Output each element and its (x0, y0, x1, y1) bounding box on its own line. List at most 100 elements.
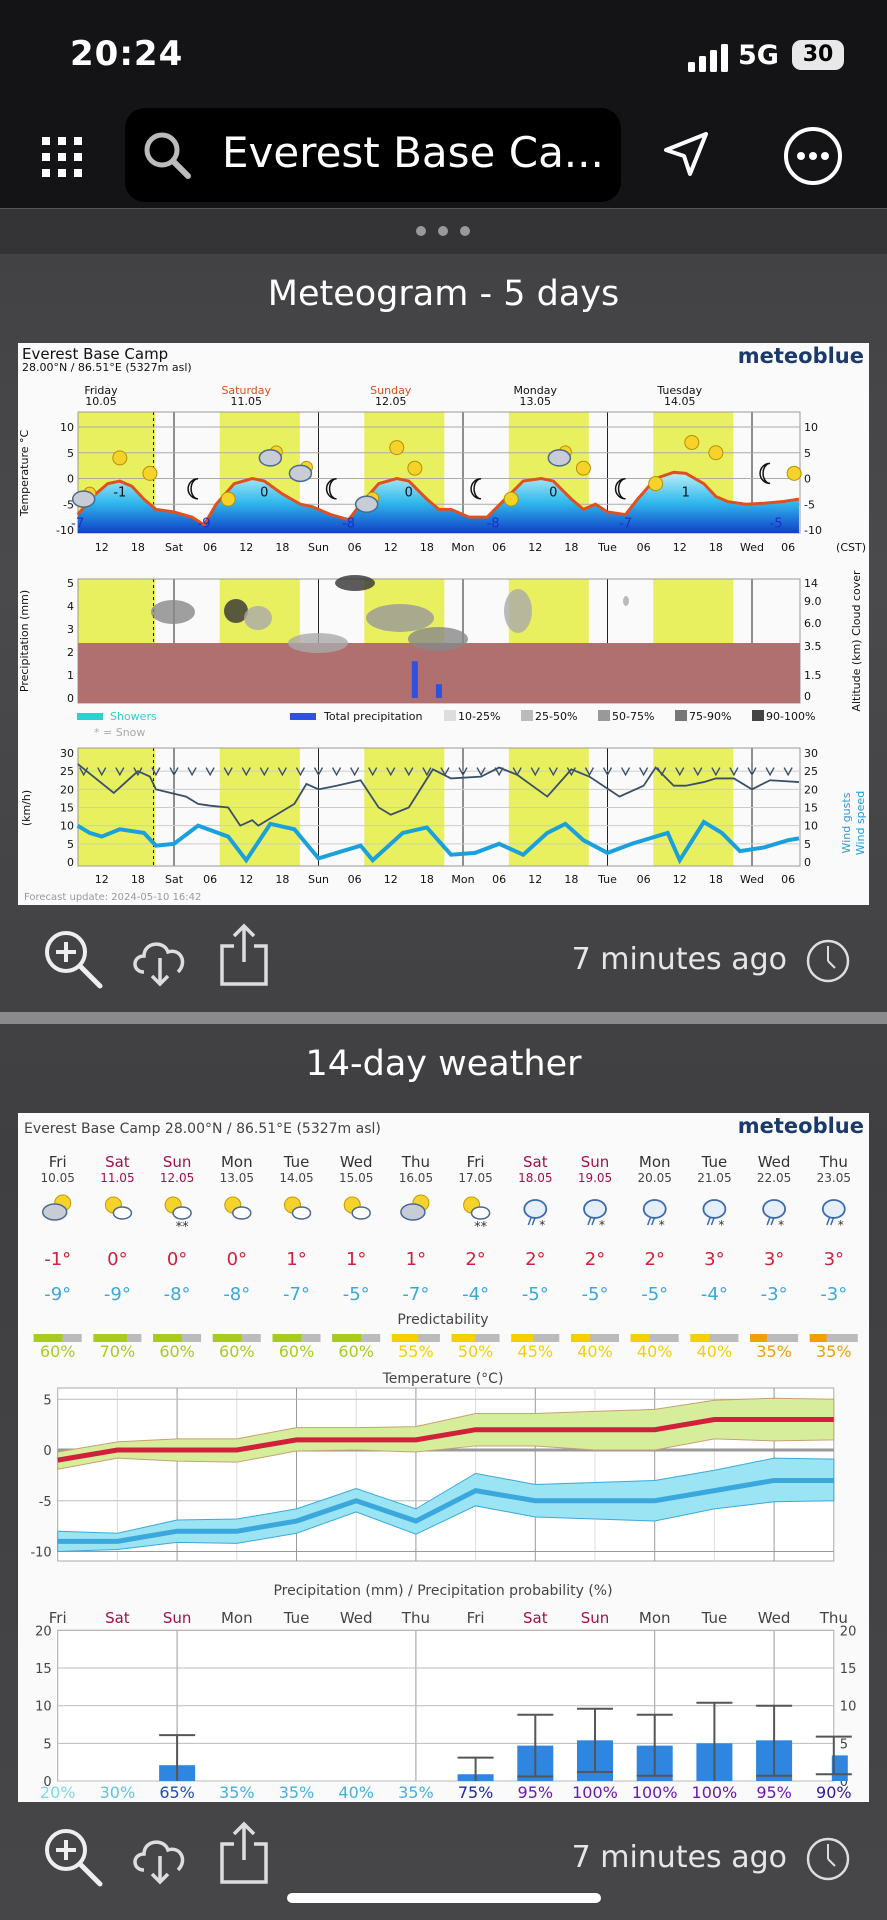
battery-indicator: 30 (792, 40, 844, 70)
moon-icon (614, 478, 626, 500)
showers-swatch (77, 713, 103, 720)
precip-tick: 0 (43, 1775, 51, 1790)
cloud-icon (351, 1206, 371, 1220)
min-temp: -5° (641, 1284, 668, 1305)
predictability-bar (93, 1334, 127, 1342)
cloud-download-icon[interactable] (130, 932, 190, 988)
moon-icon (187, 478, 199, 500)
cloud-icon (470, 1206, 491, 1220)
sun-icon (708, 445, 724, 461)
precip-tick: 3 (67, 623, 74, 636)
sun-icon (503, 491, 519, 507)
predictability-bar (212, 1334, 242, 1342)
precip-day-name: Mon (221, 1609, 253, 1627)
zoom-in-icon[interactable] (42, 928, 104, 990)
wind-tick: 30 (60, 747, 74, 760)
temp-tick: 0 (67, 473, 74, 486)
day-date: 11.05 (100, 1171, 134, 1185)
time-tick: 12 (528, 541, 542, 554)
legend-cover: 10-25% (458, 710, 500, 723)
max-temp: 1° (406, 1249, 426, 1270)
sun-icon (648, 476, 664, 492)
cloud-icon (71, 490, 96, 508)
grid-icon[interactable] (40, 135, 84, 179)
cloud-cover-blob (504, 589, 532, 633)
time-tick: Sat (165, 541, 184, 554)
time-tick: Mon (451, 541, 474, 554)
share-icon[interactable] (216, 1820, 272, 1886)
network-type: 5G (738, 40, 779, 71)
storm-cloud-icon (642, 1199, 667, 1219)
legend-total: Total precipitation (323, 710, 423, 723)
storm-cloud-icon (762, 1199, 786, 1219)
wind-tick: 25 (60, 765, 74, 778)
updated-ago: 7 minutes ago (571, 1840, 787, 1875)
cloud-cover-blob (335, 575, 375, 591)
sun-icon (684, 434, 700, 450)
fourteen-day-image[interactable]: Everest Base Camp 28.00°N / 86.51°E (532… (18, 1113, 869, 1802)
temp-tick: 0 (43, 1444, 51, 1459)
max-temp: 2° (525, 1249, 545, 1270)
search-icon (144, 132, 191, 179)
predictability-bar (809, 1334, 827, 1342)
precip-tick-right: 10 (840, 1700, 857, 1715)
more-icon[interactable] (782, 125, 844, 187)
snow-icon: * (539, 1218, 545, 1232)
cloud-cover-blob (151, 600, 195, 624)
max-temp: 0° (227, 1249, 247, 1270)
max-temp: 3° (824, 1249, 844, 1270)
share-icon[interactable] (216, 922, 272, 988)
sun-icon (575, 460, 591, 476)
day-date: 18.05 (518, 1171, 552, 1185)
total-precip-swatch (290, 713, 316, 720)
meteogram-image[interactable]: Everest Base Camp 28.00°N / 86.51°E (5327… (18, 343, 869, 905)
cloud-icon (400, 1203, 426, 1221)
wind-tick-right: 20 (804, 783, 818, 796)
max-temp: 0° (107, 1249, 127, 1270)
snow-icon: * (599, 1218, 605, 1232)
location-arrow-icon[interactable] (662, 130, 710, 178)
wind-tick: 20 (60, 783, 74, 796)
meteoblue-logo: meteoblue (738, 344, 864, 368)
time-tick: Sun (308, 541, 329, 554)
max-temp-label: 0 (405, 486, 413, 501)
precip-probability: 30% (100, 1783, 136, 1802)
search-value[interactable]: Everest Base Ca... (222, 128, 604, 177)
day-date: 20.05 (638, 1171, 672, 1185)
max-temp: 3° (764, 1249, 784, 1270)
legend-snow: * = Snow (94, 726, 145, 739)
time-tick: 12 (239, 873, 253, 886)
precip-probability: 35% (279, 1783, 315, 1802)
precip-day-name: Wed (758, 1609, 791, 1627)
storm-cloud-icon (523, 1199, 548, 1219)
precip-probability: 35% (398, 1783, 434, 1802)
temp-tick: 5 (67, 447, 74, 460)
day-date: 22.05 (757, 1171, 791, 1185)
time-tick: Mon (451, 873, 474, 886)
altitude-tick: 1.5 (804, 669, 822, 682)
day-date: 21.05 (697, 1171, 731, 1185)
min-temp: -7° (402, 1284, 429, 1305)
min-temp: -3° (820, 1284, 847, 1305)
wind-tick-right: 25 (804, 765, 818, 778)
precip-day-name: Sat (523, 1609, 548, 1627)
home-indicator[interactable] (287, 1893, 601, 1903)
time-tick: Tue (597, 873, 617, 886)
precip-day-name: Sat (105, 1609, 130, 1627)
day-date: 10.05 (85, 395, 117, 408)
altitude-tick: 9.0 (804, 595, 822, 608)
precip-tick: 20 (35, 1624, 52, 1639)
precip-tick: 5 (67, 577, 74, 590)
legend-cover: 75-90% (689, 710, 731, 723)
predictability-bar (690, 1334, 710, 1342)
predictability-value: 60% (159, 1342, 195, 1361)
cloud-download-icon[interactable] (130, 1830, 190, 1886)
precip-tick-right: 5 (840, 1737, 848, 1752)
legend-showers: Showers (110, 710, 157, 723)
zoom-in-icon[interactable] (42, 1826, 104, 1888)
time-tick: 12 (673, 541, 687, 554)
precip-tick: 1 (67, 669, 74, 682)
min-temp-label: -8 (342, 516, 355, 531)
max-temp: 0° (167, 1249, 187, 1270)
precip-tick: 15 (35, 1662, 52, 1677)
